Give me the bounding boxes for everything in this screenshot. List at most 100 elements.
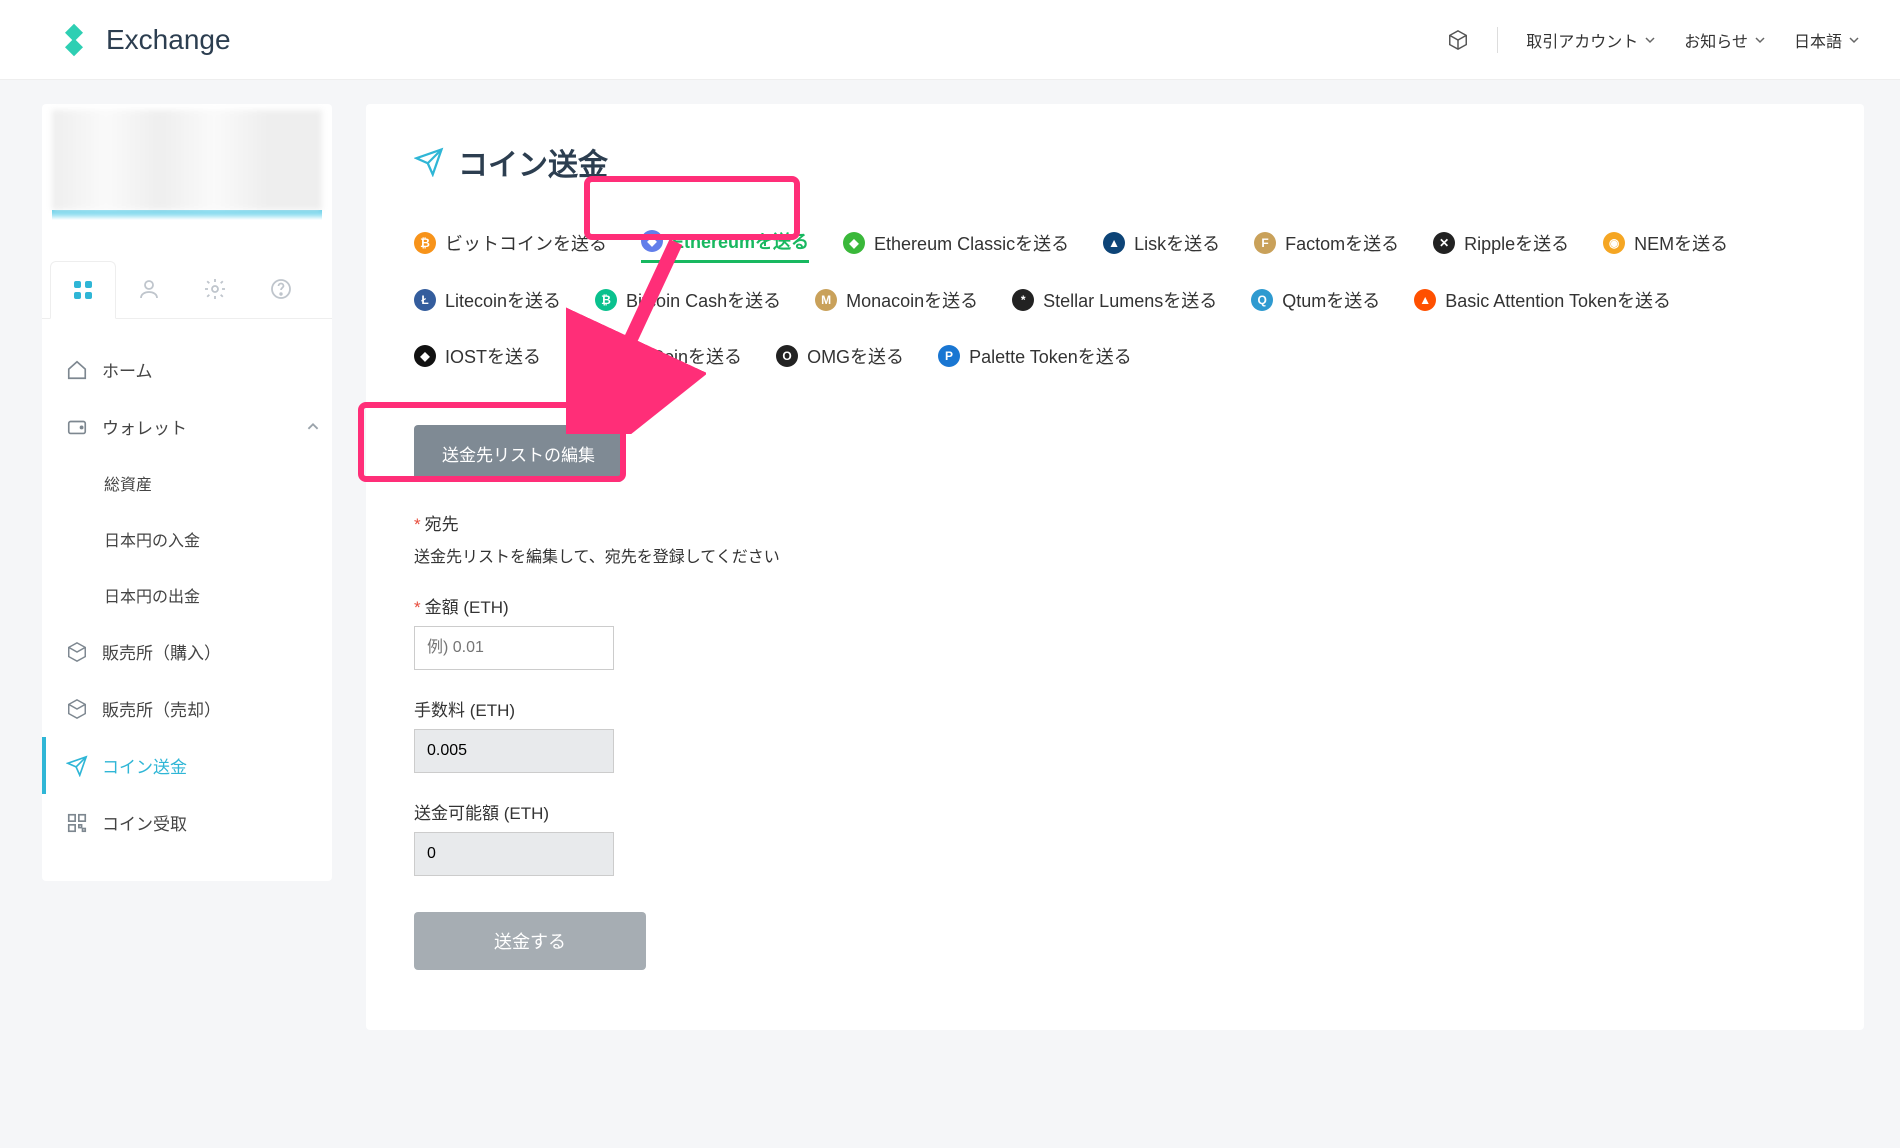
nav-jpy-withdraw[interactable]: 日本円の出金 xyxy=(42,567,332,623)
iost-icon: ◆ xyxy=(414,345,436,367)
coin-tab-qtum[interactable]: QQtumを送る xyxy=(1251,287,1380,319)
logo[interactable]: Exchange xyxy=(56,22,231,58)
nav-wallet[interactable]: ウォレット xyxy=(42,398,332,455)
coin-tab-bch[interactable]: ₿Bitcoin Cashを送る xyxy=(595,287,781,319)
nav-label: ホーム xyxy=(102,357,153,382)
chevron-up-icon xyxy=(302,416,324,438)
coin-tab-label: Factomを送る xyxy=(1285,230,1399,256)
coin-tab-label: Enjin Coinを送る xyxy=(606,343,742,369)
coin-tab-btc[interactable]: ₿ビットコインを送る xyxy=(414,228,607,263)
nav-label: 販売所（購入） xyxy=(102,639,221,664)
coin-tab-label: Palette Tokenを送る xyxy=(969,343,1132,369)
coin-tab-plt[interactable]: P Palette Tokenを送る xyxy=(938,343,1132,375)
edit-list-wrap: 送金先リストの編集 xyxy=(414,425,623,482)
enj-icon: E xyxy=(575,345,597,367)
account-menu[interactable]: 取引アカウント xyxy=(1526,28,1656,52)
box-icon xyxy=(66,698,88,720)
coin-tab-lsk[interactable]: ▲ Liskを送る xyxy=(1103,228,1220,263)
nav-jpy-deposit[interactable]: 日本円の入金 xyxy=(42,511,332,567)
omg-icon: O xyxy=(776,345,798,367)
page-title-text: コイン送金 xyxy=(458,140,608,184)
sidebar: ホーム ウォレット 総資産 日本円の入金 日本円の出金 販売所（購入） 販売所（… xyxy=(42,104,332,881)
coin-tab-bat[interactable]: ▲ Basic Attention Tokenを送る xyxy=(1414,287,1671,319)
submit-send-button[interactable]: 送金する xyxy=(414,912,646,970)
notice-menu[interactable]: お知らせ xyxy=(1684,28,1766,52)
nav-coin-send[interactable]: コイン送金 xyxy=(42,737,332,794)
mona-icon: M xyxy=(815,289,837,311)
fee-label: 手数料 (ETH) xyxy=(414,696,1816,721)
xrp-icon: ✕ xyxy=(1433,232,1455,254)
nav-home[interactable]: ホーム xyxy=(42,341,332,398)
account-menu-label: 取引アカウント xyxy=(1526,28,1638,52)
coin-tab-eth[interactable]: ◆ Ethereumを送る xyxy=(641,228,809,263)
side-nav: ホーム ウォレット 総資産 日本円の入金 日本円の出金 販売所（購入） 販売所（… xyxy=(42,319,332,851)
nav-sell[interactable]: 販売所（売却） xyxy=(42,680,332,737)
edit-destination-list-button[interactable]: 送金先リストの編集 xyxy=(414,425,623,482)
send-icon xyxy=(66,755,88,777)
coin-tab-label: Basic Attention Tokenを送る xyxy=(1445,287,1671,313)
coin-tab-xem[interactable]: ◉NEMを送る xyxy=(1603,228,1728,263)
coin-tab-iost[interactable]: ◆IOSTを送る xyxy=(414,343,541,375)
box-icon xyxy=(66,641,88,663)
coin-tab-label: Rippleを送る xyxy=(1464,230,1569,256)
wallet-icon xyxy=(66,416,88,438)
logo-text: Exchange xyxy=(106,24,231,56)
bat-icon: ▲ xyxy=(1414,289,1436,311)
tab-user[interactable] xyxy=(116,260,182,318)
dest-label: 宛先 xyxy=(425,515,459,534)
nav-label: 販売所（売却） xyxy=(102,696,221,721)
qr-icon xyxy=(66,812,88,834)
field-fee: 手数料 (ETH) xyxy=(414,696,1816,773)
lang-menu[interactable]: 日本語 xyxy=(1794,28,1860,52)
ticker-widget xyxy=(52,110,322,210)
header-right: 取引アカウント お知らせ 日本語 xyxy=(1447,27,1860,53)
available-value xyxy=(414,832,614,876)
nav-label: ウォレット xyxy=(102,414,187,439)
coin-tab-fct[interactable]: F Factomを送る xyxy=(1254,228,1399,263)
etc-icon: ◆ xyxy=(843,232,865,254)
coin-tab-label: Ethereum Classicを送る xyxy=(874,230,1069,256)
dest-hint: 送金先リストを編集して、宛先を登録してください xyxy=(414,543,1816,567)
cube-icon[interactable] xyxy=(1447,29,1469,51)
nav-label: 総資産 xyxy=(104,471,152,495)
logo-icon xyxy=(56,22,92,58)
xem-icon: ◉ xyxy=(1603,232,1625,254)
field-destination: *宛先 送金先リストを編集して、宛先を登録してください xyxy=(414,510,1816,567)
app-header: Exchange 取引アカウント お知らせ 日本語 xyxy=(0,0,1900,80)
nav-buy[interactable]: 販売所（購入） xyxy=(42,623,332,680)
plt-icon: P xyxy=(938,345,960,367)
nav-coin-receive[interactable]: コイン受取 xyxy=(42,794,332,851)
nav-label: 日本円の出金 xyxy=(104,583,200,607)
notice-menu-label: お知らせ xyxy=(1684,28,1748,52)
amount-input[interactable] xyxy=(414,626,614,670)
eth-icon: ◆ xyxy=(641,230,663,252)
tab-gear[interactable] xyxy=(182,260,248,318)
field-available: 送金可能額 (ETH) xyxy=(414,799,1816,876)
required-mark: * xyxy=(414,598,421,617)
chevron-down-icon xyxy=(1754,34,1766,46)
divider xyxy=(1497,27,1498,53)
coin-tab-label: Monacoinを送る xyxy=(846,287,978,313)
coin-tab-label: Bitcoin Cashを送る xyxy=(626,287,781,313)
coin-tab-xrp[interactable]: ✕ Rippleを送る xyxy=(1433,228,1569,263)
tab-help[interactable] xyxy=(248,260,314,318)
coin-tab-etc[interactable]: ◆ Ethereum Classicを送る xyxy=(843,228,1069,263)
coin-tab-label: Ethereumを送る xyxy=(672,228,809,254)
tab-grid[interactable] xyxy=(50,261,116,319)
fee-value xyxy=(414,729,614,773)
ticker-divider xyxy=(52,210,322,220)
coin-tab-xlm[interactable]: *Stellar Lumensを送る xyxy=(1012,287,1217,319)
page-title: コイン送金 xyxy=(414,140,1816,184)
coin-tab-ltc[interactable]: ŁLitecoinを送る xyxy=(414,287,561,319)
coin-tab-omg[interactable]: OOMGを送る xyxy=(776,343,904,375)
fct-icon: F xyxy=(1254,232,1276,254)
field-amount: *金額 (ETH) xyxy=(414,593,1816,670)
coin-tab-enj[interactable]: E Enjin Coinを送る xyxy=(575,343,742,375)
coin-tab-label: Liskを送る xyxy=(1134,230,1220,256)
amount-label: 金額 (ETH) xyxy=(425,598,509,617)
coin-tab-mona[interactable]: M Monacoinを送る xyxy=(815,287,978,319)
nav-total-assets[interactable]: 総資産 xyxy=(42,455,332,511)
required-mark: * xyxy=(414,515,421,534)
home-icon xyxy=(66,359,88,381)
lsk-icon: ▲ xyxy=(1103,232,1125,254)
